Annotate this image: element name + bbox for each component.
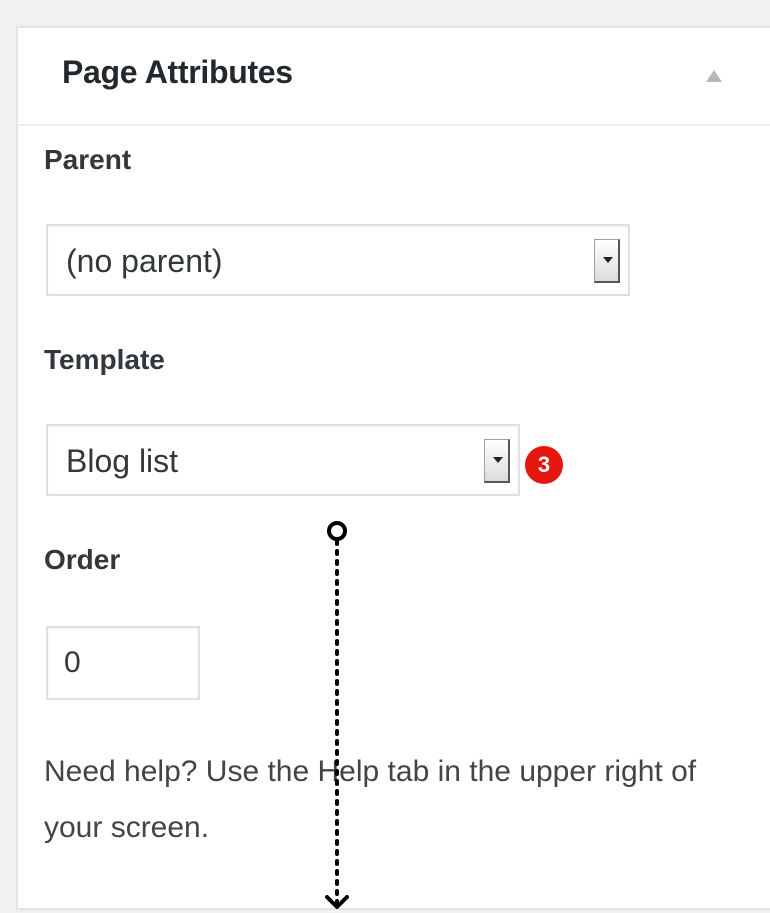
parent-label: Parent: [44, 144, 132, 175]
caret-down-icon: [603, 257, 613, 263]
order-label: Order: [44, 544, 121, 575]
panel-header: Page Attributes: [18, 28, 770, 126]
template-dropdown-arrow[interactable]: [484, 439, 510, 483]
template-select-value: Blog list: [66, 443, 179, 479]
help-text: Need help? Use the Help tab in the upper…: [44, 755, 697, 844]
order-input[interactable]: [46, 626, 200, 700]
triangle-up-icon: [706, 70, 722, 82]
parent-select-value: (no parent): [66, 243, 223, 279]
step-number-badge: 3: [525, 446, 563, 484]
collapse-toggle-button[interactable]: [702, 66, 726, 86]
template-label: Template: [44, 344, 165, 375]
panel-title: Page Attributes: [62, 54, 293, 90]
template-select[interactable]: Blog list: [46, 424, 520, 496]
caret-down-icon: [493, 457, 503, 463]
parent-dropdown-arrow[interactable]: [594, 239, 620, 283]
parent-select[interactable]: (no parent): [46, 224, 630, 296]
